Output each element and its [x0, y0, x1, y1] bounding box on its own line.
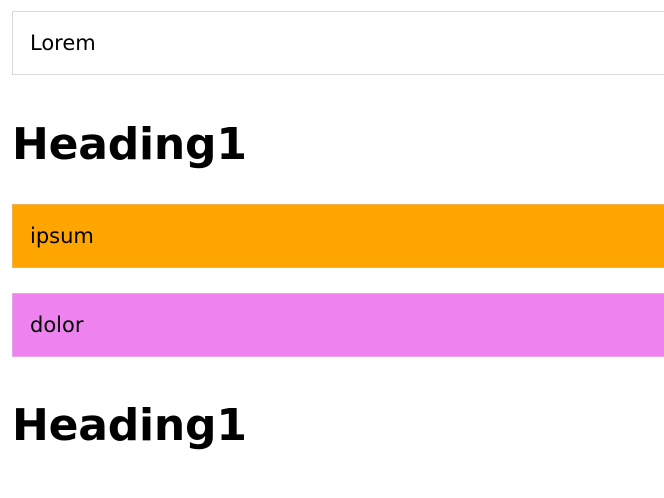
first-heading: Heading1 — [12, 119, 247, 170]
second-heading: Heading1 — [12, 400, 247, 451]
ipsum-text: ipsum — [30, 223, 94, 248]
dolor-text: dolor — [30, 312, 84, 337]
lorem-box: Lorem — [12, 11, 664, 75]
lorem-text: Lorem — [30, 30, 96, 55]
ipsum-box: ipsum — [12, 204, 664, 268]
page: Lorem Heading1 ipsum dolor Heading1 — [0, 0, 664, 498]
dolor-box: dolor — [12, 293, 664, 357]
